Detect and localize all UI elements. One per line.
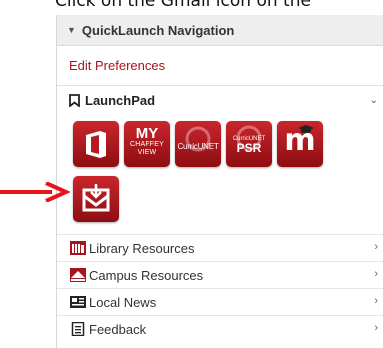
tile-label-my: MY [135,125,159,142]
office-icon [86,131,106,158]
launchpad-chevron-down-icon[interactable]: ⌄ [370,95,378,106]
panel-header[interactable]: ▼ QuickLaunch Navigation [57,15,383,46]
library-resources-link[interactable]: Library Resources › [57,234,383,261]
gmail-icon [82,184,110,212]
divider [57,85,383,86]
chevron-right-icon: › [374,241,378,253]
curricunet-psr-tile[interactable]: CurricUNET PSR [226,121,272,167]
gmail-tile[interactable] [73,176,119,222]
tile-label-view: VIEW [137,149,157,156]
office365-tile[interactable] [73,121,119,167]
feedback-icon [71,322,85,336]
library-icon [70,241,86,255]
campus-icon [70,268,86,282]
link-label: Feedback [89,321,147,337]
edit-preferences-link[interactable]: Edit Preferences [69,58,165,73]
graduation-cap-icon [298,125,314,133]
bookmark-icon [69,94,80,107]
local-news-link[interactable]: Local News › [57,288,383,315]
pointer-arrow-icon [0,182,70,202]
swirl-icon [236,125,262,151]
moodle-tile[interactable]: m [277,121,323,167]
chevron-right-icon: › [374,295,378,307]
launchpad-heading: LaunchPad [69,93,155,108]
link-label: Library Resources [89,240,195,256]
campus-resources-link[interactable]: Campus Resources › [57,261,383,288]
launchpad-title: LaunchPad [85,93,156,108]
news-icon [70,296,86,308]
instruction-caption: Click on the Gmail icon on the [55,0,311,11]
quicklaunch-panel: ▼ QuickLaunch Navigation Edit Preference… [56,15,383,348]
panel-title: QuickLaunch Navigation [81,22,235,38]
swirl-icon [185,126,211,152]
link-label: Campus Resources [89,267,204,283]
mychaffeyview-tile[interactable]: MY CHAFFEY VIEW [124,121,170,167]
link-list: Library Resources › Campus Resources › L… [57,234,383,342]
chevron-right-icon: › [374,268,378,280]
chevron-right-icon: › [374,322,378,334]
link-label: Local News [89,294,157,310]
tile-label-chaffey: CHAFFEY [129,141,165,148]
feedback-link[interactable]: Feedback › [57,315,383,342]
curricunet-tile[interactable]: CurricUNET [175,121,221,167]
collapse-triangle-icon[interactable]: ▼ [67,25,76,35]
